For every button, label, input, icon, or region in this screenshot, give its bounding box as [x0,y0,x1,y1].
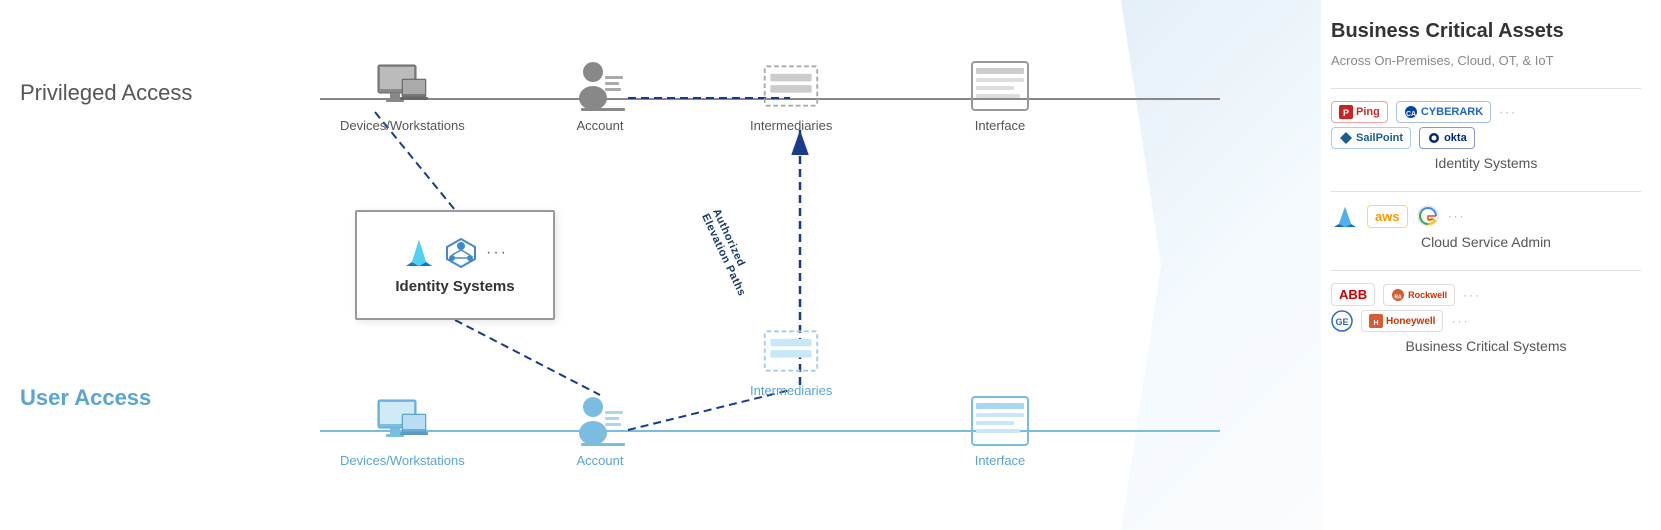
diagram-area: Privileged Access User Access [0,0,1321,530]
business-critical-panel-label: Business Critical Systems [1331,338,1641,354]
cloud-admin-panel-label: Cloud Service Admin [1331,234,1641,250]
panel-subtitle: Across On-Premises, Cloud, OT, & IoT [1331,53,1641,68]
priv-interface-node: Interface [970,60,1030,133]
svg-text:P: P [1343,108,1349,118]
priv-device-label: Devices/Workstations [340,118,465,133]
user-account-label: Account [577,453,624,468]
google-logo [1416,204,1440,228]
priv-interface-icon [970,60,1030,112]
user-device-node: Devices/Workstations [340,395,465,468]
connection-lines [0,0,1320,530]
identity-box-label: Identity Systems [395,278,514,295]
user-intermediaries-icon [761,325,821,377]
identity-box-icons: ··· [402,236,508,270]
svg-text:H: H [1373,320,1378,327]
honeywell-logo: H Honeywell [1361,310,1443,332]
svg-text:RA: RA [1395,294,1403,300]
user-device-label: Devices/Workstations [340,453,465,468]
abb-logo: ABB [1331,283,1375,306]
sailpoint-logo: SailPoint [1331,127,1411,149]
azure-logo [1331,204,1359,228]
rockwell-logo: RA Rockwell [1383,284,1455,306]
divider-1 [1331,88,1641,89]
identity-systems-panel-label: Identity Systems [1331,155,1641,171]
priv-device-icon [372,60,432,112]
user-intermediaries-label: Intermediaries [750,383,832,398]
priv-interface-label: Interface [975,118,1026,133]
main-container: Privileged Access User Access [0,0,1661,530]
user-access-label: User Access [20,385,151,411]
business-logos-row-2: GE H Honeywell ··· [1331,310,1641,332]
identity-systems-section: P Ping CA CYBERARK ··· SailPoint [1331,101,1641,171]
identity-logos-row: P Ping CA CYBERARK ··· [1331,101,1641,123]
panel-title: Business Critical Assets [1331,20,1641,43]
priv-intermediaries-node: Intermediaries [750,60,832,133]
identity-icon [444,236,478,270]
priv-device-node: Devices/Workstations [340,60,465,133]
identity-systems-box: ··· Identity Systems [355,210,555,320]
user-interface-icon [970,395,1030,447]
ge-logo: GE [1331,310,1353,332]
cloud-admin-section: aws ··· Cloud Service Admin [1331,204,1641,250]
ping-logo: P Ping [1331,101,1388,123]
user-account-node: Account [570,395,630,468]
cloud-logos-row: aws ··· [1331,204,1641,228]
user-intermediaries-node: Intermediaries [750,325,832,398]
cyberark-logo: CA CYBERARK [1396,101,1491,123]
user-device-icon [372,395,432,447]
user-interface-label: Interface [975,453,1026,468]
svg-text:CA: CA [1406,111,1416,118]
divider-3 [1331,270,1641,271]
identity-section-dots: ··· [1499,105,1517,119]
aws-logo: aws [1367,205,1408,228]
user-account-icon [570,395,630,447]
okta-logo: okta [1419,127,1475,149]
business-critical-section: ABB RA Rockwell ··· GE H Honeywell [1331,283,1641,354]
priv-account-icon [570,60,630,112]
business-logos-row: ABB RA Rockwell ··· [1331,283,1641,306]
privileged-access-label: Privileged Access [20,80,192,106]
cloud-section-dots: ··· [1448,209,1466,223]
divider-2 [1331,191,1641,192]
identity-logos-row-2: SailPoint okta [1331,127,1641,149]
business-dots-1: ··· [1463,288,1481,302]
identity-box-dots: ··· [486,244,508,262]
priv-intermediaries-label: Intermediaries [750,118,832,133]
priv-account-node: Account [570,60,630,133]
user-interface-node: Interface [970,395,1030,468]
right-panel: Business Critical Assets Across On-Premi… [1321,0,1661,530]
priv-intermediaries-icon [761,60,821,112]
business-dots-2: ··· [1451,314,1469,328]
elevation-paths-label: Authorized Elevation Paths [699,207,759,298]
priv-account-label: Account [577,118,624,133]
svg-text:GE: GE [1335,317,1348,327]
azure-icon [402,236,436,270]
